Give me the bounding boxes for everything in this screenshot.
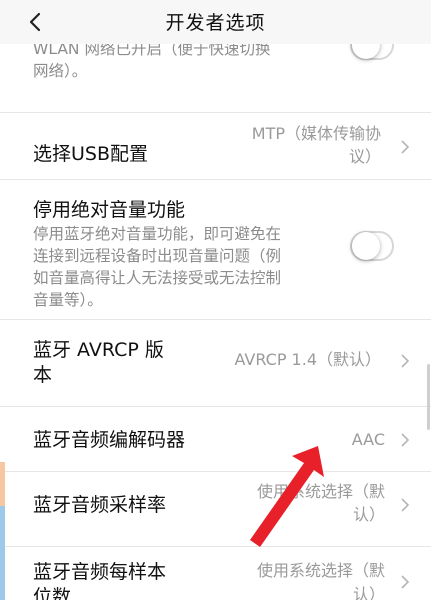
annotation-arrow-icon <box>250 446 324 547</box>
